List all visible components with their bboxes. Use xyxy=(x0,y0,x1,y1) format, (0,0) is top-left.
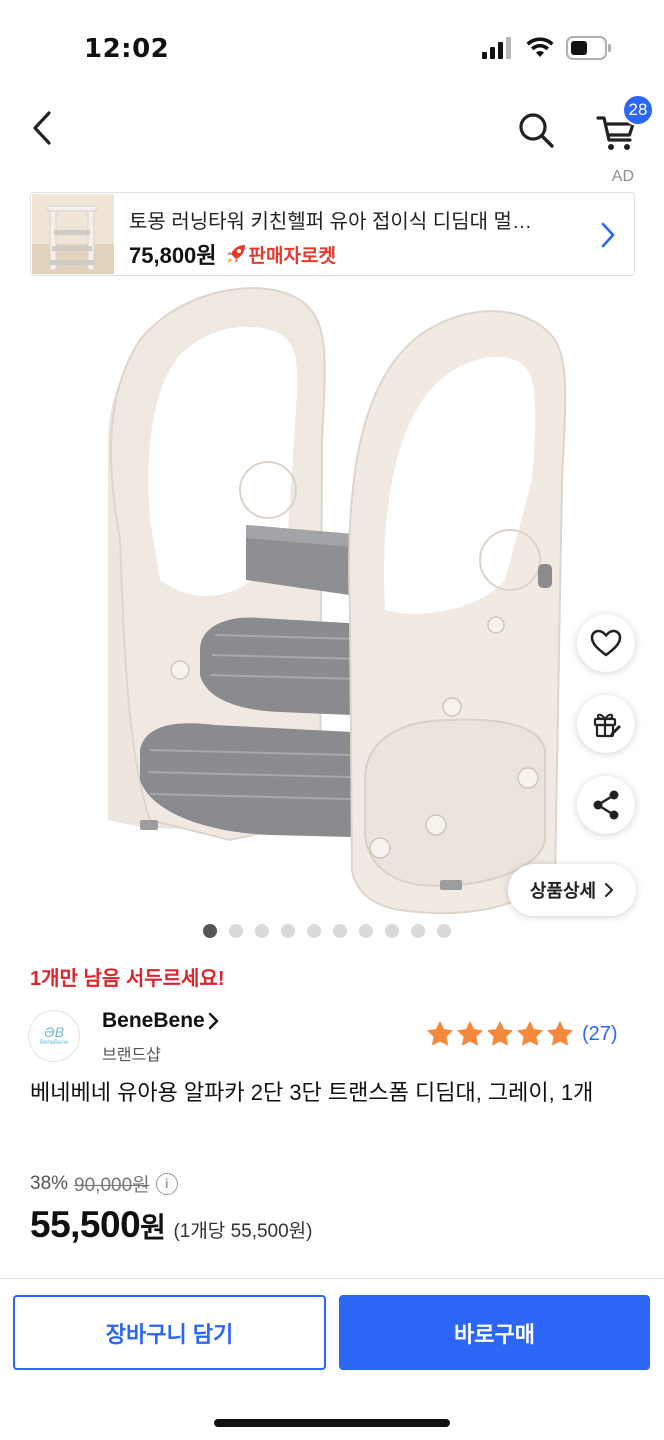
brand-logo-mark: ƏB xyxy=(43,1024,65,1040)
status-bar: 12:02 xyxy=(0,0,664,100)
chevron-right-icon xyxy=(605,883,614,897)
star-icon xyxy=(547,1021,573,1046)
info-icon[interactable]: i xyxy=(155,1172,178,1195)
brand-logo-text: BeneBene xyxy=(39,1040,69,1046)
gallery-dot[interactable] xyxy=(203,924,217,938)
ad-price-row: 75,800원 판매자로켓 xyxy=(129,238,336,270)
gift-icon xyxy=(593,713,621,738)
ad-delivery-label: 판매자로켓 xyxy=(248,245,336,267)
battery-icon xyxy=(566,36,611,60)
product-title: 베네베네 유아용 알파카 2단 3단 트랜스폼 디딤대, 그레이, 1개 xyxy=(30,1080,594,1105)
star-icon xyxy=(457,1021,483,1046)
discount-rate: 38% xyxy=(30,1172,69,1194)
gallery-dot[interactable] xyxy=(359,924,373,938)
gallery-dot[interactable] xyxy=(307,924,321,938)
gallery-dot[interactable] xyxy=(229,924,243,938)
gallery-dot[interactable] xyxy=(255,924,269,938)
brand-name-link[interactable]: BeneBene xyxy=(102,1009,219,1033)
gallery-pagination[interactable] xyxy=(203,924,451,938)
chevron-right-icon xyxy=(601,222,615,248)
wishlist-button[interactable] xyxy=(577,614,635,672)
ad-delivery-badge: 판매자로켓 xyxy=(225,241,336,268)
product-image-gallery[interactable] xyxy=(0,280,664,920)
bottom-action-bar: 장바구니 담기 바로구매 xyxy=(0,1278,664,1440)
sale-price-number: 55,500 xyxy=(30,1204,141,1245)
ad-price: 75,800원 xyxy=(129,243,217,268)
review-count[interactable]: (27) xyxy=(582,1023,618,1046)
star-icon xyxy=(427,1021,453,1046)
brand-shop-label: 브랜드샵 xyxy=(102,1047,161,1064)
sale-price-unit: 원 xyxy=(140,1212,166,1243)
status-icons xyxy=(482,36,612,60)
search-icon xyxy=(519,113,554,148)
gift-button[interactable] xyxy=(577,695,635,753)
top-nav: 28 xyxy=(0,94,664,166)
search-button[interactable] xyxy=(512,106,560,154)
gallery-dot[interactable] xyxy=(333,924,347,938)
ad-label: AD xyxy=(611,168,634,185)
ad-banner[interactable]: 토몽 러닝타워 키친헬퍼 유아 접이식 디딤대 멀… 75,800원 판매자로켓 xyxy=(30,192,635,276)
brand-logo[interactable]: ƏB BeneBene xyxy=(28,1010,80,1062)
unit-price: (1개당 55,500원) xyxy=(173,1221,313,1242)
share-button[interactable] xyxy=(577,776,635,834)
heart-icon xyxy=(590,629,622,657)
gallery-dot[interactable] xyxy=(411,924,425,938)
cart-button[interactable]: 28 xyxy=(592,94,654,154)
buy-now-button[interactable]: 바로구매 xyxy=(339,1295,650,1370)
gallery-dot[interactable] xyxy=(385,924,399,938)
home-indicator[interactable] xyxy=(214,1419,450,1427)
wifi-icon xyxy=(526,37,554,57)
price-row: 55,500원 (1개당 55,500원) xyxy=(30,1204,313,1246)
original-price: 90,000원 xyxy=(74,1175,150,1196)
cart-count-badge: 28 xyxy=(622,94,654,126)
brand-name: BeneBene xyxy=(102,1009,205,1032)
add-to-cart-button[interactable]: 장바구니 담기 xyxy=(13,1295,326,1370)
back-button[interactable] xyxy=(20,106,64,150)
chevron-left-icon xyxy=(33,111,51,145)
star-icon xyxy=(487,1021,513,1046)
rating-stars xyxy=(426,1020,574,1048)
ad-title: 토몽 러닝타워 키친헬퍼 유아 접이식 디딤대 멀… xyxy=(129,211,532,233)
status-time: 12:02 xyxy=(84,34,170,64)
product-detail-button[interactable]: 상품상세 xyxy=(508,864,636,916)
share-icon xyxy=(593,790,619,820)
rating[interactable]: (27) xyxy=(426,1020,618,1048)
product-image xyxy=(107,287,567,915)
product-detail-label: 상품상세 xyxy=(529,881,597,901)
chevron-right-icon xyxy=(208,1012,218,1030)
sale-price: 55,500원 xyxy=(30,1204,166,1246)
discount-row: 38% 90,000원 i xyxy=(30,1170,178,1197)
star-icon xyxy=(517,1021,543,1046)
gallery-dot[interactable] xyxy=(281,924,295,938)
rocket-icon xyxy=(226,245,245,263)
gallery-dot[interactable] xyxy=(437,924,451,938)
ad-product-image xyxy=(32,194,114,274)
stock-warning: 1개만 남음 서두르세요! xyxy=(30,968,225,990)
signal-icon xyxy=(482,37,511,59)
ad-thumbnail xyxy=(32,194,114,274)
